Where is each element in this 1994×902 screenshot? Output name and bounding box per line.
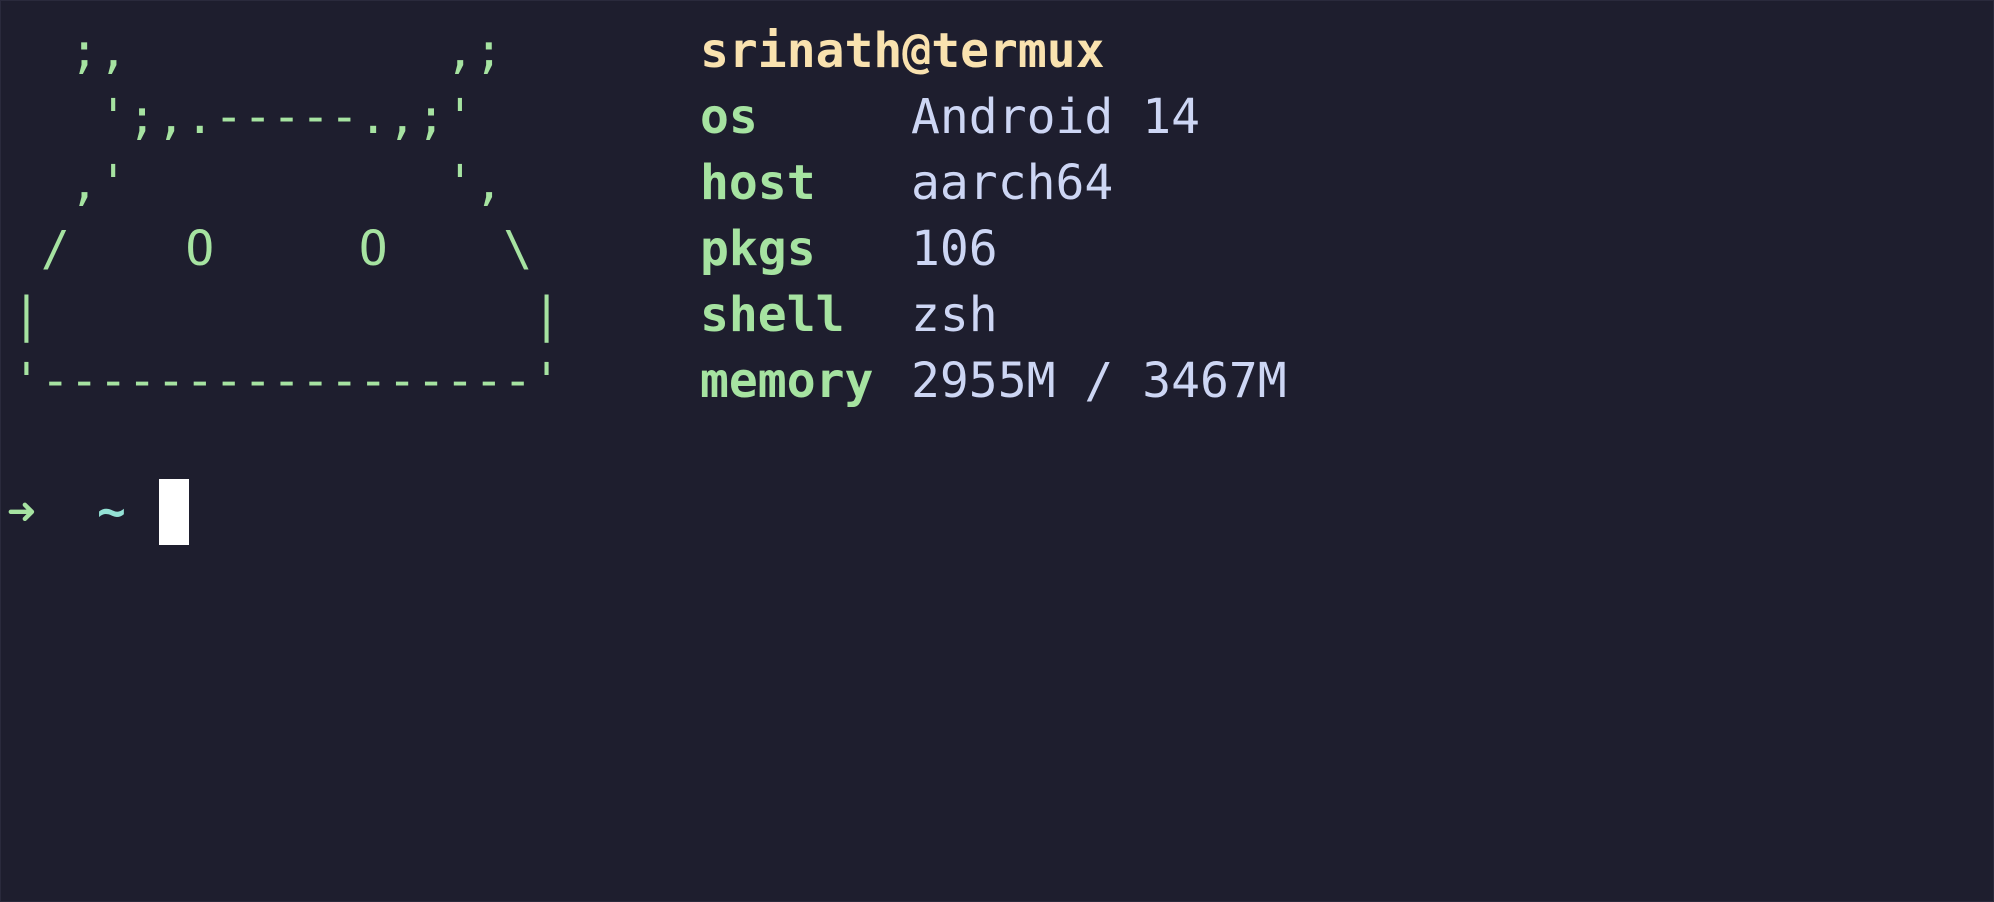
info-row-memory: memory 2955M / 3467M — [700, 348, 1287, 414]
info-value: aarch64 — [911, 155, 1114, 211]
android-ascii-logo: ;, ,; ';,.-----.,;' ,' ', / O O \ | | '-… — [12, 23, 562, 409]
prompt-directory: ~ — [97, 484, 126, 540]
info-key: pkgs — [700, 221, 816, 277]
shell-prompt[interactable]: ➜ ~ — [7, 479, 189, 545]
info-key: shell — [700, 287, 845, 343]
info-value: 106 — [911, 221, 998, 277]
info-row-shell: shell zsh — [700, 282, 1287, 348]
info-value: Android 14 — [911, 89, 1200, 145]
info-row-host: host aarch64 — [700, 150, 1287, 216]
info-value: zsh — [911, 287, 998, 343]
info-row-os: os Android 14 — [700, 84, 1287, 150]
prompt-arrow-icon: ➜ — [7, 484, 36, 540]
info-row-pkgs: pkgs 106 — [700, 216, 1287, 282]
system-info-panel: srinath@termux os Android 14 host aarch6… — [700, 18, 1287, 414]
info-value: 2955M / 3467M — [911, 353, 1287, 409]
info-key: memory — [700, 353, 874, 409]
text-cursor[interactable] — [159, 479, 189, 545]
info-key: host — [700, 155, 816, 211]
user-host-title: srinath@termux — [700, 23, 1105, 79]
info-key: os — [700, 89, 758, 145]
terminal-window[interactable]: ;, ,; ';,.-----.,;' ,' ', / O O \ | | '-… — [0, 0, 1994, 902]
